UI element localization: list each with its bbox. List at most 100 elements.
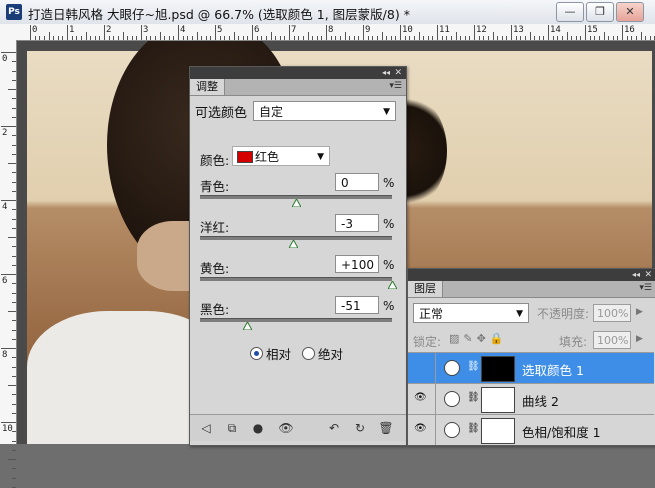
lock-label: 锁定: — [413, 335, 442, 349]
vertical-ruler[interactable]: 0 2 4 6 8 10 — [0, 40, 17, 488]
chain-link-icon[interactable]: ⛓ — [467, 423, 480, 434]
collapse-arrows-icon[interactable]: ◂◂ — [632, 269, 640, 281]
tab-layers[interactable]: 图层 — [408, 281, 443, 297]
panel-close-icon[interactable]: ✕ — [394, 67, 402, 79]
layer-name[interactable]: 色相/饱和度 1 — [522, 422, 601, 441]
ruler-minor-tick — [589, 36, 591, 40]
ruler-minor-tick — [12, 357, 16, 359]
delete-icon[interactable]: 🗑 — [378, 420, 394, 436]
minimize-button[interactable]: — — [556, 2, 584, 22]
panel-menu-icon[interactable]: ▾☰ — [639, 283, 652, 293]
radio-absolute[interactable] — [302, 347, 315, 360]
close-button[interactable]: ✕ — [616, 2, 644, 22]
method-relative[interactable]: 相对 — [250, 344, 291, 363]
lock-transparent-icon[interactable]: ▨ — [449, 332, 463, 345]
layer-row[interactable]: 👁 ⛓ 曲线 2 — [408, 383, 654, 414]
view-previous-icon[interactable]: 👁 — [278, 420, 294, 436]
colors-dropdown[interactable]: 红色 ▼ — [232, 146, 330, 166]
ruler-minor-tick — [446, 36, 448, 40]
ruler-label: 2 — [2, 128, 8, 138]
reset-previous-icon[interactable]: ↶ — [326, 420, 342, 436]
ruler-label: 10 — [402, 25, 413, 35]
chain-link-icon[interactable]: ⛓ — [467, 361, 480, 372]
lock-pixels-icon[interactable]: ✎ — [463, 332, 476, 345]
layer-mask-thumbnail[interactable] — [481, 387, 515, 413]
ruler-minor-tick — [372, 36, 374, 40]
ruler-minor-tick — [168, 36, 170, 40]
ruler-tick — [1, 422, 16, 423]
tab-adjustments[interactable]: 调整 — [190, 79, 225, 95]
slider-value-input[interactable]: +100 — [335, 255, 379, 273]
ruler-minor-tick — [12, 301, 16, 303]
reset-default-icon[interactable]: ↻ — [352, 420, 368, 436]
slider-track[interactable] — [200, 318, 392, 322]
lock-all-icon[interactable]: 🔒 — [490, 332, 508, 345]
layer-name[interactable]: 选取颜色 1 — [522, 360, 584, 379]
layer-row[interactable]: ⛓ 选取颜色 1 — [408, 352, 654, 383]
ruler-minor-tick — [145, 36, 147, 40]
slider-value-input[interactable]: 0 — [335, 173, 379, 191]
slider-value-input[interactable]: -3 — [335, 214, 379, 232]
panel-close-icon[interactable]: ✕ — [644, 269, 652, 281]
visibility-toggle[interactable]: 👁 — [408, 384, 436, 414]
ruler-minor-tick — [76, 36, 78, 40]
ruler-minor-tick — [432, 36, 434, 40]
layer-row[interactable]: 👁 ⛓ 色相/饱和度 1 — [408, 414, 654, 445]
ruler-minor-tick — [80, 36, 82, 40]
back-arrow-icon[interactable]: ◁ — [198, 420, 214, 436]
ruler-minor-tick — [543, 36, 545, 40]
eye-icon[interactable]: 👁 — [414, 423, 428, 435]
ruler-tick — [326, 25, 327, 40]
panel-menu-icon[interactable]: ▾☰ — [389, 81, 402, 91]
ruler-minor-tick — [131, 36, 133, 40]
chain-link-icon[interactable]: ⛓ — [467, 392, 480, 403]
opacity-input[interactable]: 100% — [593, 304, 631, 322]
layer-name[interactable]: 曲线 2 — [522, 391, 559, 410]
ruler-minor-tick — [12, 227, 16, 229]
collapse-arrows-icon[interactable]: ◂◂ — [382, 67, 390, 79]
slider-track[interactable] — [200, 277, 392, 281]
ruler-minor-tick — [330, 36, 332, 40]
ruler-minor-tick — [117, 36, 119, 40]
ruler-minor-tick — [71, 36, 73, 40]
slider-thumb[interactable] — [388, 281, 397, 289]
fill-input[interactable]: 100% — [593, 331, 631, 349]
slider-thumb[interactable] — [243, 322, 253, 330]
slider-thumb[interactable] — [289, 240, 299, 248]
ruler-minor-tick — [441, 36, 443, 40]
horizontal-ruler[interactable]: 0 1 2 3 4 5 6 7 8 9 10 11 12 13 14 15 16 — [0, 24, 655, 41]
ruler-minor-tick — [12, 255, 16, 257]
ruler-minor-tick — [12, 403, 16, 405]
ruler-minor-tick — [39, 36, 41, 40]
ruler-minor-tick — [529, 32, 531, 40]
ruler-minor-tick — [48, 32, 50, 40]
method-absolute[interactable]: 绝对 — [302, 344, 343, 363]
preset-dropdown[interactable]: 自定 ▼ — [253, 101, 396, 121]
layer-mask-thumbnail[interactable] — [481, 418, 515, 444]
ruler-minor-tick — [640, 32, 642, 40]
fill-arrow-icon[interactable]: ▶ — [636, 334, 643, 344]
restore-button[interactable]: ❐ — [586, 2, 614, 22]
blend-mode-dropdown[interactable]: 正常 ▼ — [413, 303, 529, 323]
lock-position-icon[interactable]: ✥ — [477, 332, 490, 345]
radio-relative[interactable] — [250, 347, 263, 360]
visibility-toggle-icon[interactable]: ● — [250, 420, 266, 436]
visibility-toggle[interactable]: 👁 — [408, 415, 436, 445]
ruler-label: 7 — [291, 25, 297, 35]
ruler-minor-tick — [62, 36, 64, 40]
ruler-minor-tick — [12, 107, 16, 109]
ruler-minor-tick — [12, 181, 16, 183]
layer-mask-thumbnail[interactable] — [481, 356, 515, 382]
slider-thumb[interactable] — [292, 199, 301, 207]
visibility-toggle[interactable] — [408, 353, 436, 383]
ruler-minor-tick — [12, 264, 16, 266]
ruler-tick — [215, 25, 216, 40]
slider-value-input[interactable]: -51 — [335, 296, 379, 314]
eye-icon[interactable]: 👁 — [414, 392, 428, 404]
adjustment-layer-icon — [444, 422, 460, 438]
lock-options[interactable]: ▨✎✥🔒 — [449, 332, 508, 345]
ruler-label: 1 — [69, 25, 75, 35]
clip-layer-icon[interactable]: ⧉ — [224, 420, 240, 436]
ruler-tick — [437, 25, 438, 40]
opacity-arrow-icon[interactable]: ▶ — [636, 307, 643, 317]
